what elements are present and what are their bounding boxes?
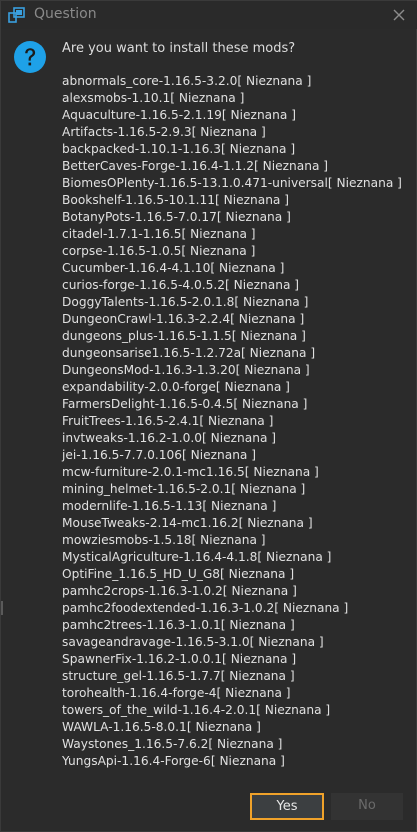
mod-list-item: abnormals_core-1.16.5-3.2.0[ Nieznana ] bbox=[62, 74, 312, 88]
dialog-prompt: Are you want to install these mods? bbox=[62, 41, 296, 56]
mod-list-item: mining_helmet-1.16.5-2.0.1[ Nieznana ] bbox=[62, 482, 306, 496]
app-icon bbox=[8, 6, 26, 24]
mod-list-item: dungeonsarise1.16.5-1.2.72a[ Nieznana ] bbox=[62, 346, 316, 360]
mod-list-item: DungeonCrawl-1.16.3-2.2.4[ Nieznana ] bbox=[62, 312, 305, 326]
mod-list-item: citadel-1.7.1-1.16.5[ Nieznana ] bbox=[62, 227, 256, 241]
mod-list-item: savageandravage-1.16.5-3.1.0[ Nieznana ] bbox=[62, 635, 324, 649]
mod-list-item: expandability-2.0.0-forge[ Nieznana ] bbox=[62, 380, 290, 394]
mod-list-item: Cucumber-1.16.4-4.1.10[ Nieznana ] bbox=[62, 261, 285, 275]
mod-list-item: BotanyPots-1.16.5-7.0.17[ Nieznana ] bbox=[62, 210, 291, 224]
mod-list-item: YungsApi-1.16.4-Forge-6[ Nieznana ] bbox=[62, 754, 285, 768]
mod-list-item: alexsmobs-1.10.1[ Nieznana ] bbox=[62, 91, 245, 105]
mod-list-item: pamhc2foodextended-1.16.3-1.0.2[ Nieznan… bbox=[62, 601, 349, 615]
yes-button[interactable]: Yes bbox=[250, 793, 324, 820]
mod-list-item: FruitTrees-1.16.5-2.4.1[ Nieznana ] bbox=[62, 414, 274, 428]
mod-list-item: towers_of_the_wild-1.16.4-2.0.1[ Nieznan… bbox=[62, 703, 331, 717]
mod-list-item: FarmersDelight-1.16.5-0.4.5[ Nieznana ] bbox=[62, 397, 308, 411]
no-button[interactable]: No bbox=[331, 793, 403, 820]
mod-list-item: Waystones_1.16.5-7.6.2[ Nieznana ] bbox=[62, 737, 283, 751]
mod-list-item: mcw-furniture-2.0.1-mc1.16.5[ Nieznana ] bbox=[62, 465, 319, 479]
mod-list-item: SpawnerFix-1.16.2-1.0.0.1[ Nieznana ] bbox=[62, 652, 297, 666]
close-button[interactable] bbox=[388, 4, 410, 26]
mod-list-item: jei-1.16.5-7.7.0.106[ Nieznana ] bbox=[62, 448, 257, 462]
close-icon bbox=[393, 9, 405, 21]
mod-list-item: Bookshelf-1.16.5-10.1.11[ Nieznana ] bbox=[62, 193, 290, 207]
mod-list-item: Aquaculture-1.16.5-2.1.19[ Nieznana ] bbox=[62, 108, 296, 122]
mod-list-item: pamhc2crops-1.16.3-1.0.2[ Nieznana ] bbox=[62, 584, 297, 598]
mod-list-item: pamhc2trees-1.16.3-1.0.1[ Nieznana ] bbox=[62, 618, 295, 632]
mod-list-item: modernlife-1.16.5-1.13[ Nieznana ] bbox=[62, 499, 277, 513]
mod-list-item: Artifacts-1.16.5-2.9.3[ Nieznana ] bbox=[62, 125, 266, 139]
mod-list-item: DungeonsMod-1.16.3-1.3.20[ Nieznana ] bbox=[62, 363, 310, 377]
mod-list-item: mowziesmobs-1.5.18[ Nieznana ] bbox=[62, 533, 266, 547]
edge-marker bbox=[1, 601, 3, 615]
mod-list-item: BetterCaves-Forge-1.16.4-1.1.2[ Nieznana… bbox=[62, 159, 329, 173]
title-bar[interactable]: Question bbox=[1, 1, 417, 29]
question-icon bbox=[14, 41, 46, 73]
mod-list-item: MysticalAgriculture-1.16.4-4.1.8[ Niezna… bbox=[62, 550, 332, 564]
mod-list-item: corpse-1.16.5-1.0.5[ Nieznana ] bbox=[62, 244, 256, 258]
mod-list-item: curios-forge-1.16.5-4.0.5.2[ Nieznana ] bbox=[62, 278, 300, 292]
mod-list: abnormals_core-1.16.5-3.2.0[ Nieznana ] a… bbox=[62, 73, 402, 770]
mod-list-item: MouseTweaks-2.14-mc1.16.2[ Nieznana ] bbox=[62, 516, 313, 530]
window-title: Question bbox=[34, 6, 97, 22]
mod-list-item: structure_gel-1.16.5-1.7.7[ Nieznana ] bbox=[62, 669, 295, 683]
mod-list-item: BiomesOPlenty-1.16.5-13.1.0.471-universa… bbox=[62, 176, 402, 190]
mod-list-item: WAWLA-1.16.5-8.0.1[ Nieznana ] bbox=[62, 720, 261, 734]
mod-list-item: backpacked-1.10.1-1.16.3[ Nieznana ] bbox=[62, 142, 296, 156]
mod-list-item: DoggyTalents-1.16.5-2.0.1.8[ Nieznana ] bbox=[62, 295, 309, 309]
mod-list-item: OptiFine_1.16.5_HD_U_G8[ Nieznana ] bbox=[62, 567, 295, 581]
mod-list-item: torohealth-1.16.4-forge-4[ Nieznana ] bbox=[62, 686, 291, 700]
mod-list-item: dungeons_plus-1.16.5-1.1.5[ Nieznana ] bbox=[62, 329, 306, 343]
question-dialog: Question Are you want to install these m… bbox=[0, 0, 417, 832]
mod-list-item: invtweaks-1.16.2-1.0.0[ Nieznana ] bbox=[62, 431, 277, 445]
